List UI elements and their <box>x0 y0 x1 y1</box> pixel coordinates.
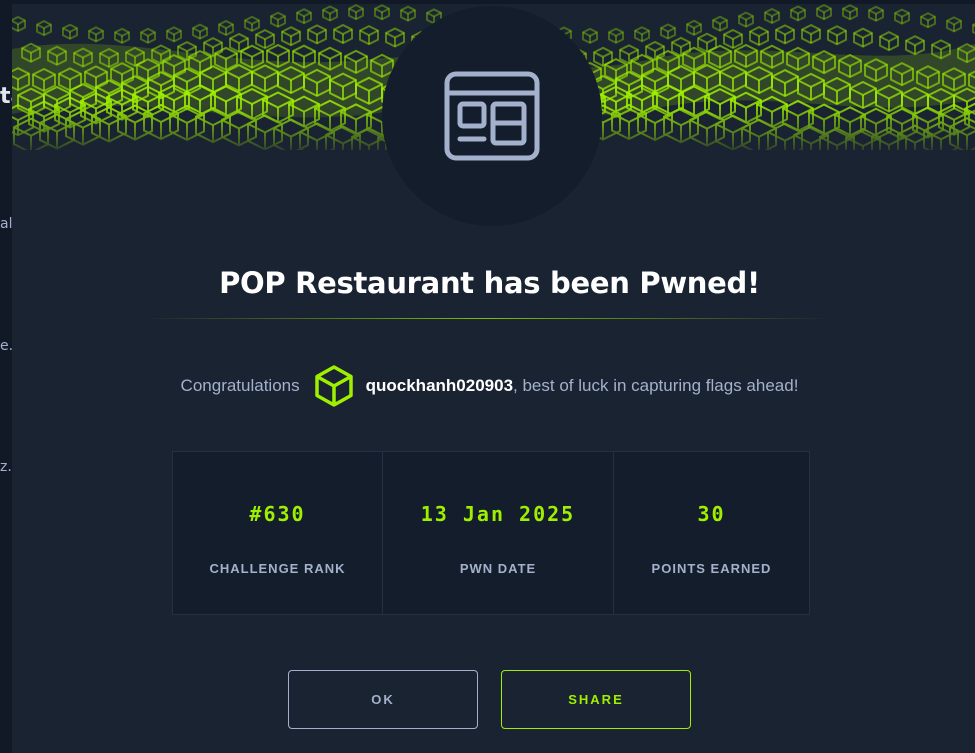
decorative-cube <box>686 19 702 36</box>
decorative-cube <box>920 12 936 29</box>
decorative-cube <box>931 39 951 60</box>
decorative-cube <box>296 8 312 25</box>
stat-challenge-rank: #630 CHALLENGE RANK <box>173 452 383 614</box>
decorative-cube <box>359 25 379 46</box>
decorative-cube <box>281 26 301 47</box>
decorative-cube <box>801 23 821 45</box>
decorative-cube <box>114 27 130 44</box>
stat-points-earned: 30 POINTS EARNED <box>614 452 809 614</box>
decorative-cube <box>255 29 275 50</box>
decorative-cube <box>764 7 780 25</box>
pwned-modal: POP Restaurant has been Pwned! Congratul… <box>12 4 975 753</box>
decorative-cube <box>619 44 639 65</box>
stat-label: PWN DATE <box>459 561 537 576</box>
decorative-cube <box>905 35 925 56</box>
decorative-cube <box>12 15 26 33</box>
decorative-cube <box>240 44 264 69</box>
decorative-cube <box>853 27 873 48</box>
decorative-cube <box>816 4 832 21</box>
decorative-cube <box>868 5 884 22</box>
congrats-prefix: Congratulations <box>180 376 300 395</box>
decorative-cube <box>894 8 910 25</box>
backdrop-fragment: z. <box>0 459 12 475</box>
decorative-cube <box>946 16 962 33</box>
decorative-cube <box>582 27 598 44</box>
decorative-cube <box>140 27 156 44</box>
decorative-cube <box>723 28 743 50</box>
title-divider <box>142 318 832 319</box>
stat-value: #630 <box>249 502 306 526</box>
backdrop-fragment: al <box>0 216 13 232</box>
stat-label: CHALLENGE RANK <box>209 561 346 576</box>
decorative-cube <box>166 26 182 43</box>
web-window-icon <box>444 71 540 161</box>
decorative-cube <box>244 15 260 33</box>
decorative-cube <box>307 24 327 45</box>
decorative-cube <box>608 27 624 44</box>
decorative-cube <box>270 11 286 28</box>
decorative-cube <box>385 27 405 48</box>
congrats-message: Congratulations quockhanh020903 , best o… <box>12 364 967 408</box>
congrats-suffix: , best of luck in capturing flags ahead! <box>513 376 799 395</box>
decorative-cube <box>88 26 104 43</box>
decorative-cube <box>62 23 78 40</box>
share-button[interactable]: SHARE <box>501 670 691 729</box>
decorative-cube <box>322 5 338 22</box>
decorative-cube <box>36 19 52 37</box>
decorative-cube <box>292 44 316 69</box>
stat-value: 30 <box>697 502 726 526</box>
decorative-cube <box>790 5 806 22</box>
green-cube-icon <box>312 364 356 408</box>
ok-button[interactable]: OK <box>288 670 478 729</box>
decorative-cube <box>634 26 650 43</box>
decorative-cube <box>660 23 676 40</box>
decorative-cube <box>400 5 416 22</box>
modal-title: POP Restaurant has been Pwned! <box>219 266 760 300</box>
decorative-cube <box>827 25 847 46</box>
stat-pwn-date: 13 Jan 2025 PWN DATE <box>383 452 614 614</box>
decorative-cube <box>842 4 858 21</box>
decorative-cube <box>374 4 390 21</box>
decorative-cube <box>712 15 728 32</box>
decorative-cube <box>333 23 353 45</box>
decorative-cube <box>775 24 795 45</box>
decorative-cube <box>879 31 899 52</box>
decorative-cube <box>266 43 290 69</box>
decorative-cube <box>318 46 342 71</box>
decorative-cube <box>192 23 208 40</box>
decorative-cube <box>738 11 754 28</box>
decorative-cube <box>749 25 769 47</box>
username: quockhanh020903 <box>365 376 514 395</box>
stat-value: 13 Jan 2025 <box>420 502 576 526</box>
challenge-icon-circle <box>382 6 602 226</box>
decorative-cube <box>218 19 234 37</box>
decorative-cube <box>348 4 364 21</box>
decorative-cube <box>671 36 691 58</box>
stat-label: POINTS EARNED <box>651 561 772 576</box>
stats-panel: #630 CHALLENGE RANK 13 Jan 2025 PWN DATE… <box>172 451 810 615</box>
